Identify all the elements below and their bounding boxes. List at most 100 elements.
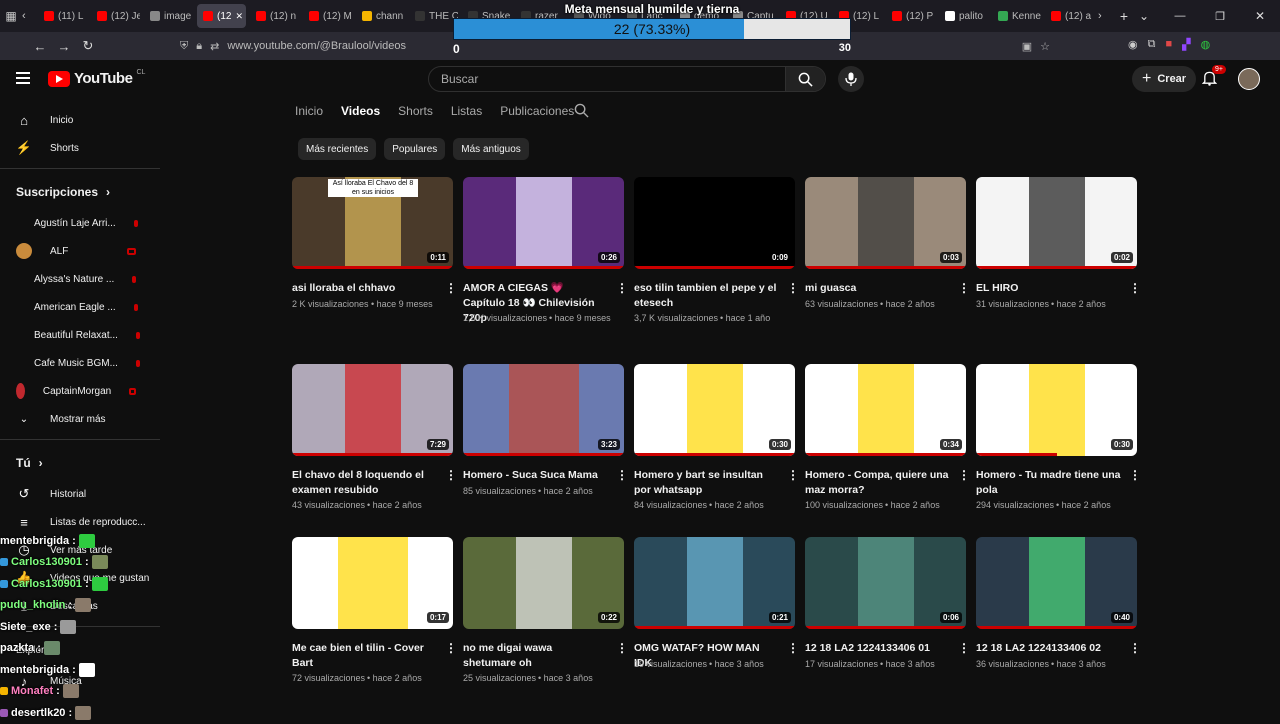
subscriptions-heading[interactable]: Suscripciones › [0, 175, 160, 209]
video-thumbnail[interactable]: 0:03 [805, 177, 966, 269]
extension-green-icon[interactable]: ◍ [1201, 38, 1211, 51]
video-thumbnail[interactable]: 0:09 [634, 177, 795, 269]
video-card[interactable]: 7:29 El chavo del 8 loquendo el examen re… [292, 364, 457, 534]
sidebar-item-inicio[interactable]: ⌂ Inicio [0, 106, 160, 134]
more-actions-icon[interactable]: ⋮ [787, 641, 799, 655]
video-card[interactable]: 0:09 eso tilin tambien el pepe y el etese… [634, 177, 799, 347]
more-actions-icon[interactable]: ⋮ [616, 468, 628, 482]
video-title[interactable]: El chavo del 8 loquendo el examen resubi… [292, 468, 437, 498]
video-title[interactable]: Homero - Tu madre tiene una pola [976, 468, 1121, 498]
more-actions-icon[interactable]: ⋮ [958, 468, 970, 482]
sort-chip[interactable]: Más recientes [298, 138, 377, 160]
add-to-queue-icon[interactable]: ≡ [946, 392, 960, 406]
you-heading[interactable]: Tú › [0, 446, 160, 480]
extension-twitch-icon[interactable]: ▞ [1182, 38, 1190, 51]
notifications-button[interactable]: 9+ [1201, 65, 1226, 91]
video-card[interactable]: 3:23 Homero - Suca Suca Mama ⋮ 85 visualiza… [463, 364, 628, 534]
video-thumbnail[interactable]: Así lloraba El Chavo del 8 en sus inicio… [292, 177, 453, 269]
browser-tab[interactable]: image [144, 4, 193, 28]
video-title[interactable]: 12 18 LA2 1224133406 02 [976, 641, 1121, 656]
extensions-icon[interactable]: ⧉ [1148, 38, 1156, 51]
video-card[interactable]: 0:17 Me cae bien el tilin - Cover Bart ⋮ 72… [292, 537, 457, 707]
video-card[interactable]: 0:26 AMOR A CIEGAS 💗 Capítulo 18 👀 Chilev… [463, 177, 628, 347]
video-card[interactable]: 0:03 mi guasca ⋮ 63 visualizaciones • hace 2… [805, 177, 970, 347]
sidebar-item-shorts[interactable]: ⚡ Shorts [0, 134, 160, 162]
video-title[interactable]: eso tilin tambien el pepe y el etesech [634, 281, 779, 311]
video-card[interactable]: 0:22 no me digai wawa shetumare oh ⋮ 25 vis… [463, 537, 628, 707]
maximize-icon[interactable]: ❐ [1200, 10, 1240, 23]
video-title[interactable]: Homero y bart se insultan por whatsapp [634, 468, 779, 498]
video-thumbnail[interactable]: 3:23 [463, 364, 624, 456]
subscription-item[interactable]: CaptainMorgan [0, 377, 160, 405]
browser-tab[interactable]: (12 ✕ [197, 4, 246, 28]
video-thumbnail[interactable]: 0:40 [976, 537, 1137, 629]
bookmark-star-icon[interactable]: ☆ [1040, 40, 1050, 53]
subscription-item[interactable]: Cafe Music BGM... [0, 349, 160, 377]
video-thumbnail[interactable]: 0:17 [292, 537, 453, 629]
video-title[interactable]: no me digai wawa shetumare oh [463, 641, 608, 671]
subscription-item[interactable]: American Eagle ... [0, 293, 160, 321]
tab-shorts[interactable]: Shorts [398, 104, 433, 118]
browser-tab[interactable]: THE C [409, 4, 458, 28]
subscription-item[interactable]: Beautiful Relaxat... [0, 321, 160, 349]
more-actions-icon[interactable]: ⋮ [1129, 468, 1141, 482]
sidebar-item-historial[interactable]: ↺ Historial [0, 480, 160, 508]
video-card[interactable]: 0:30 Homero - Tu madre tiene una pola ⋮ 294… [976, 364, 1141, 534]
video-title[interactable]: EL HIRO [976, 281, 1121, 296]
back-icon[interactable]: ← [28, 39, 52, 54]
more-actions-icon[interactable]: ⋮ [445, 641, 457, 655]
subscription-item[interactable]: ALF [0, 237, 160, 265]
more-actions-icon[interactable]: ⋮ [445, 468, 457, 482]
video-card[interactable]: 0:02 EL HIRO ⋮ 31 visualizaciones • hace 2 a… [976, 177, 1141, 347]
tab-listas[interactable]: Listas [451, 104, 482, 118]
more-actions-icon[interactable]: ⋮ [445, 281, 457, 295]
video-thumbnail[interactable]: 7:29 [292, 364, 453, 456]
channel-search-icon[interactable] [574, 103, 589, 123]
tabs-forward-icon[interactable]: › [1098, 10, 1114, 22]
browser-tab[interactable]: (12) P [886, 4, 935, 28]
show-more-button[interactable]: ⌄ Mostrar más [0, 405, 160, 433]
video-title[interactable]: asi lloraba el chhavo [292, 281, 437, 296]
minimize-icon[interactable]: — [1160, 10, 1200, 22]
video-title[interactable]: Homero - Compa, quiere una maz morra? [805, 468, 950, 498]
browser-tab[interactable]: (12) a [1045, 4, 1094, 28]
video-thumbnail[interactable]: 0:30 [976, 364, 1137, 456]
search-input[interactable] [429, 72, 785, 86]
more-actions-icon[interactable]: ⋮ [616, 281, 628, 295]
video-card[interactable]: 0:06 12 18 LA2 1224133406 01 ⋮ 17 visualiza… [805, 537, 970, 707]
youtube-logo[interactable]: YouTube CL [48, 69, 145, 87]
video-card[interactable]: Así lloraba El Chavo del 8 en sus inicio… [292, 177, 457, 347]
tab-videos[interactable]: Videos [341, 104, 380, 118]
more-actions-icon[interactable]: ⋮ [958, 281, 970, 295]
close-window-icon[interactable]: ✕ [1240, 9, 1280, 23]
more-actions-icon[interactable]: ⋮ [1129, 641, 1141, 655]
video-card[interactable]: 0:34 ◷ ≡ Homero - Compa, quiere una maz mor… [805, 364, 970, 534]
new-tab-button[interactable]: + [1114, 8, 1134, 24]
user-avatar[interactable] [1238, 68, 1260, 90]
more-actions-icon[interactable]: ⋮ [616, 641, 628, 655]
browser-tab[interactable]: Kenne [992, 4, 1041, 28]
video-card[interactable]: 0:40 12 18 LA2 1224133406 02 ⋮ 36 visualiza… [976, 537, 1141, 707]
browser-tab[interactable]: (11) L [38, 4, 87, 28]
tab-inicio[interactable]: Inicio [295, 104, 323, 118]
subscription-item[interactable]: Agustín Laje Arri... [0, 209, 160, 237]
subscription-item[interactable]: Alyssa's Nature ... [0, 265, 160, 293]
browser-tab[interactable]: chann [356, 4, 405, 28]
tab-publicaciones[interactable]: Publicaciones [500, 104, 574, 118]
video-thumbnail[interactable]: 0:06 [805, 537, 966, 629]
video-title[interactable]: Homero - Suca Suca Mama [463, 468, 608, 483]
tab-close-icon[interactable]: ✕ [235, 11, 243, 22]
video-thumbnail[interactable]: 0:26 [463, 177, 624, 269]
video-title[interactable]: 12 18 LA2 1224133406 01 [805, 641, 950, 656]
browser-menu-icon[interactable]: ▦ [0, 9, 22, 23]
sort-chip[interactable]: Populares [384, 138, 446, 160]
video-thumbnail[interactable]: 0:22 [463, 537, 624, 629]
account-icon[interactable]: ◉ [1128, 38, 1138, 51]
create-button[interactable]: + Crear [1132, 66, 1197, 92]
video-card[interactable]: 0:30 Homero y bart se insultan por whatsa… [634, 364, 799, 534]
tabs-back-icon[interactable]: ‹ [22, 10, 38, 22]
more-actions-icon[interactable]: ⋮ [787, 281, 799, 295]
browser-tab[interactable]: (12) n [250, 4, 299, 28]
voice-search-button[interactable] [838, 66, 864, 92]
browser-tab[interactable]: (12) M [303, 4, 352, 28]
